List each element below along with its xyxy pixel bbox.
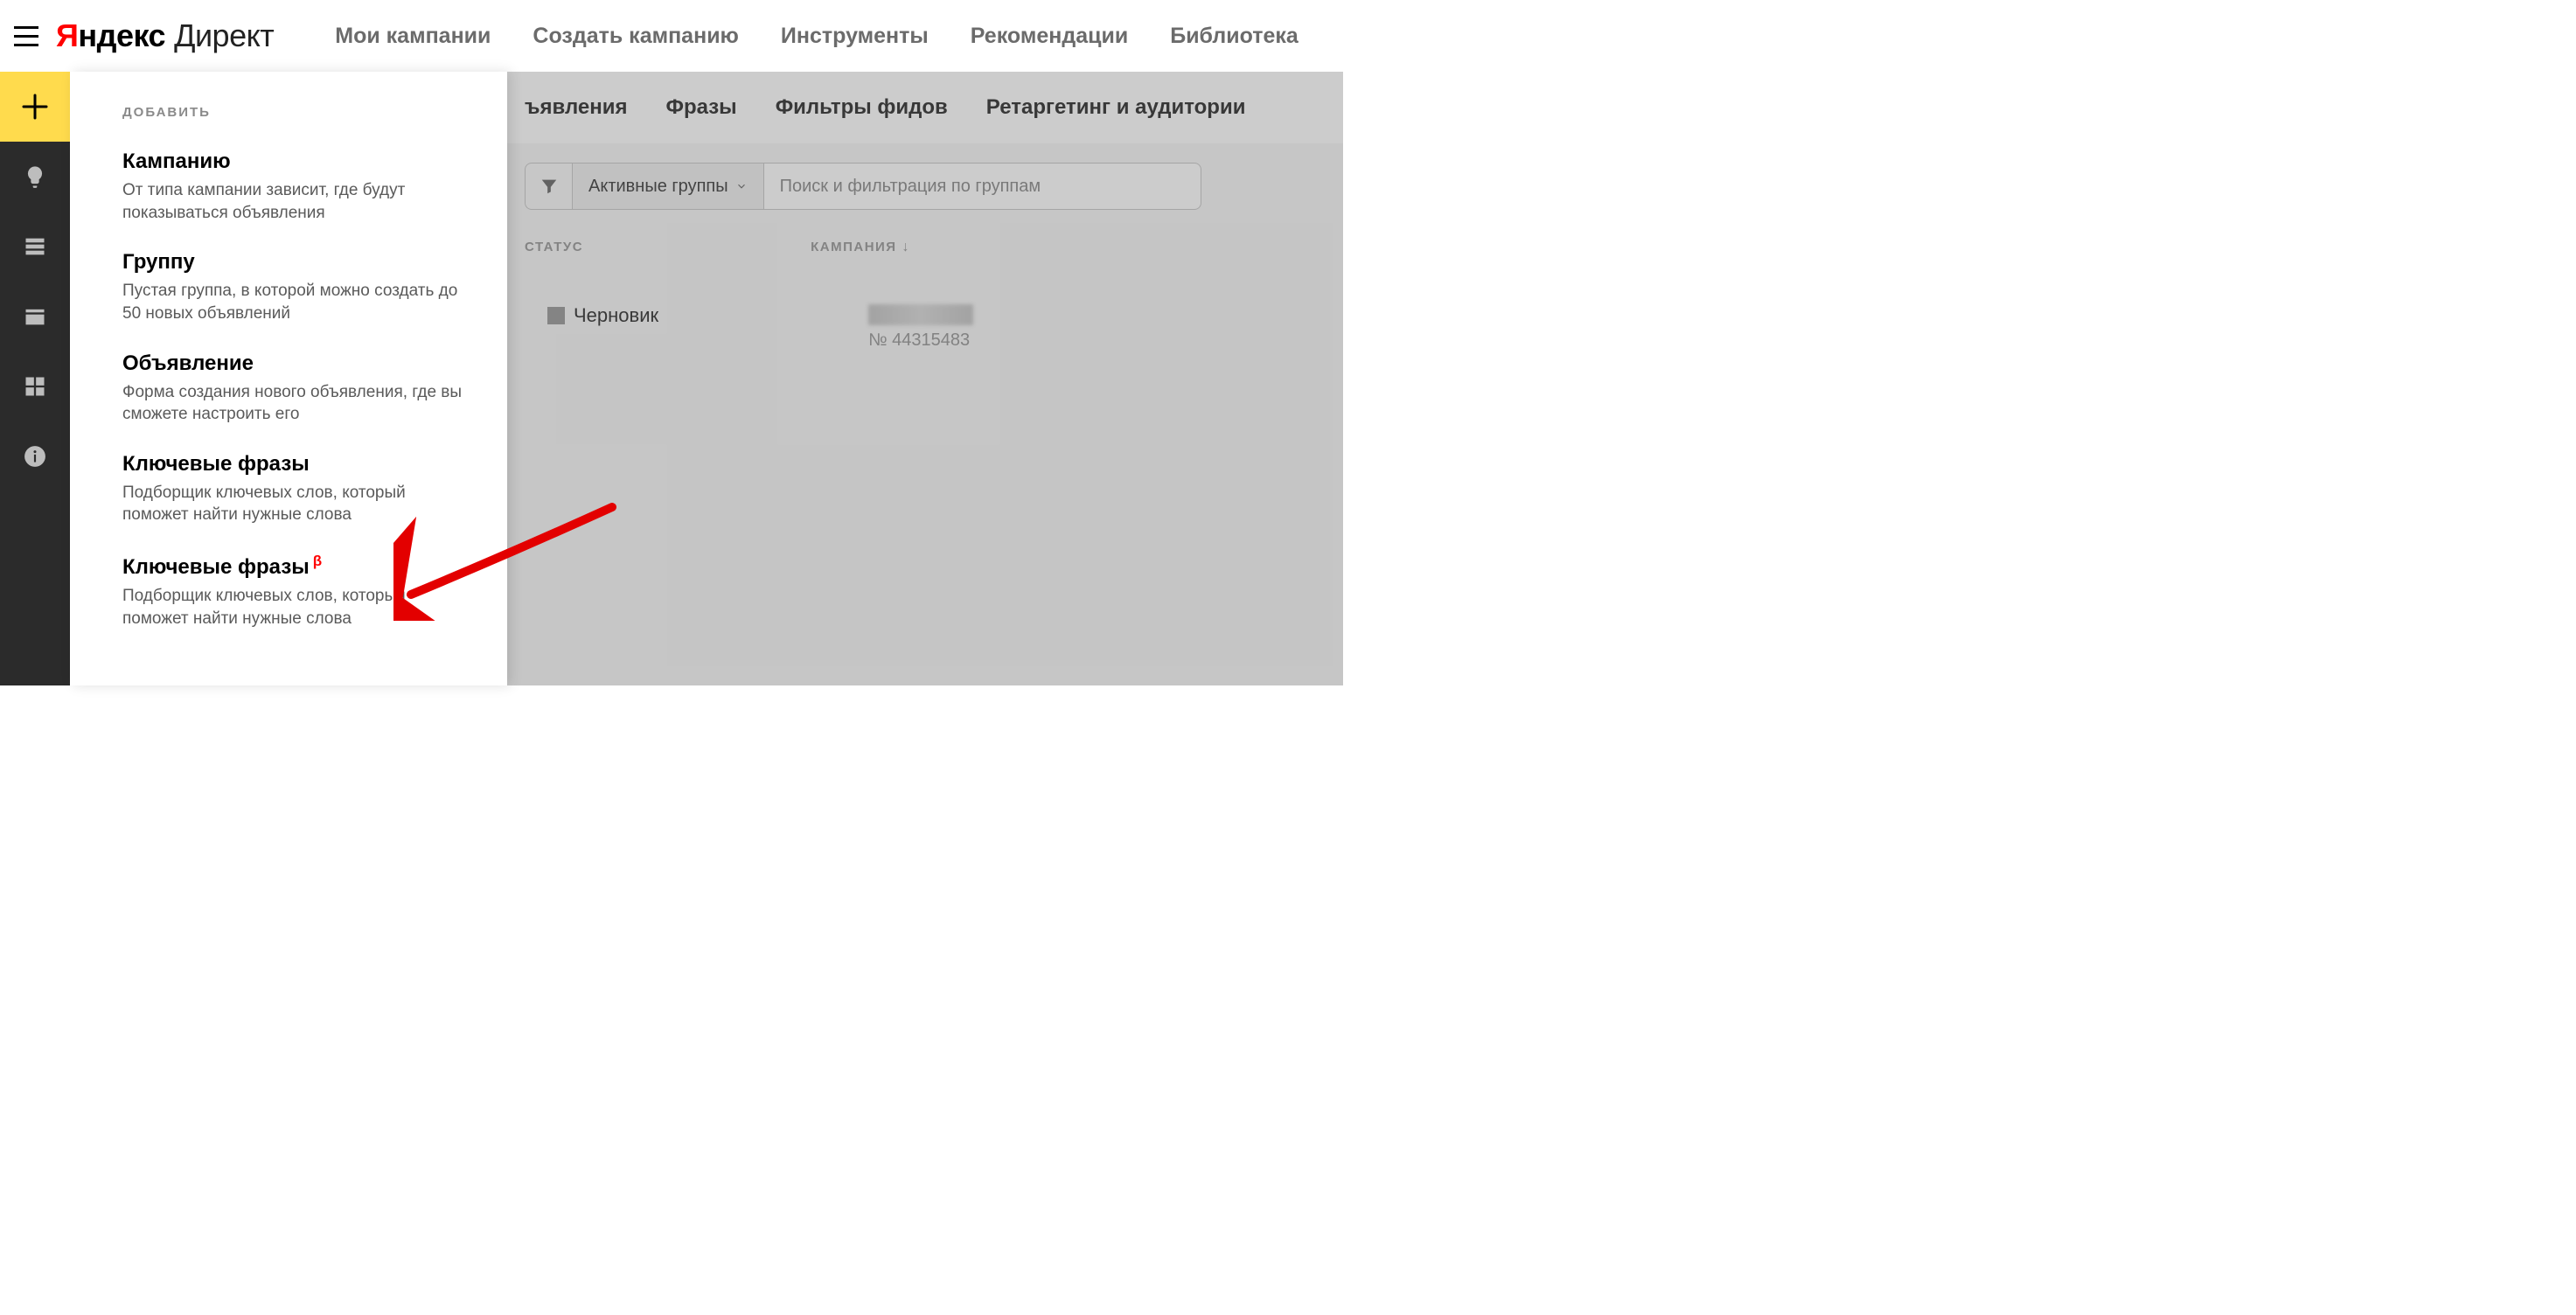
brand-logo[interactable]: Яндекс Директ — [56, 17, 274, 54]
sidebar-item-list[interactable] — [0, 212, 70, 282]
funnel-icon — [540, 177, 559, 196]
flyout-item-title: Ключевые фразы — [122, 452, 472, 477]
filter-search-input[interactable]: Поиск и фильтрация по группам — [764, 163, 1201, 210]
nav-create-campaign[interactable]: Создать кампанию — [533, 24, 739, 49]
campaign-cell: № 44315483 — [868, 304, 973, 351]
nav-my-campaigns[interactable]: Мои кампании — [335, 24, 491, 49]
beta-badge: β — [313, 553, 322, 569]
nav-library[interactable]: Библиотека — [1170, 24, 1298, 49]
tab-phrases[interactable]: Фразы — [665, 95, 736, 120]
status-cell: Черновик — [547, 304, 658, 327]
flyout-item-desc: Форма создания нового объявления, где вы… — [122, 381, 472, 426]
flyout-item-campaign[interactable]: Кампанию От типа кампании зависит, где б… — [122, 150, 472, 224]
sidebar-add-button[interactable] — [0, 72, 70, 142]
left-sidebar — [0, 72, 70, 685]
sidebar-item-stack[interactable] — [0, 282, 70, 351]
filter-funnel-button[interactable] — [525, 163, 572, 210]
tab-partial-ads[interactable]: ъявления — [525, 95, 627, 120]
flyout-item-desc: От типа кампании зависит, где будут пока… — [122, 179, 472, 224]
logo-prefix-rest: ндекс — [78, 17, 165, 54]
flyout-item-title: Группу — [122, 250, 472, 275]
top-nav: Мои кампании Создать кампанию Инструмент… — [335, 24, 1298, 49]
sidebar-item-grid[interactable] — [0, 351, 70, 421]
flyout-item-desc: Подборщик ключевых слов, который поможет… — [122, 482, 472, 526]
nav-recommendations[interactable]: Рекомендации — [971, 24, 1128, 49]
lightbulb-icon — [23, 164, 47, 189]
filter-search-placeholder: Поиск и фильтрация по группам — [780, 177, 1041, 197]
list-icon — [23, 234, 47, 259]
menu-icon[interactable] — [7, 17, 45, 55]
flyout-item-desc: Подборщик ключевых слов, который поможет… — [122, 585, 472, 630]
plus-icon — [22, 94, 48, 120]
flyout-heading: ДОБАВИТЬ — [122, 105, 472, 120]
filter-chip-label: Активные группы — [588, 177, 728, 197]
nav-tools[interactable]: Инструменты — [781, 24, 929, 49]
status-square-icon — [547, 307, 565, 324]
chevron-down-icon — [735, 180, 748, 192]
flyout-item-title: Кампанию — [122, 150, 472, 174]
filter-active-groups-chip[interactable]: Активные группы — [572, 163, 764, 210]
flyout-item-keywords[interactable]: Ключевые фразы Подборщик ключевых слов, … — [122, 452, 472, 526]
sidebar-item-info[interactable] — [0, 421, 70, 491]
flyout-item-title: Объявление — [122, 351, 472, 376]
tab-retargeting[interactable]: Ретаргетинг и аудитории — [986, 95, 1246, 120]
status-text: Черновик — [574, 304, 658, 327]
stack-icon — [23, 304, 47, 329]
sidebar-item-ideas[interactable] — [0, 142, 70, 212]
tab-feed-filters[interactable]: Фильтры фидов — [776, 95, 948, 120]
campaign-number: № 44315483 — [868, 330, 973, 351]
add-flyout-panel: ДОБАВИТЬ Кампанию От типа кампании завис… — [70, 72, 507, 685]
top-header: Яндекс Директ Мои кампании Создать кампа… — [0, 0, 1343, 72]
col-status[interactable]: СТАТУС — [525, 240, 583, 255]
flyout-item-ad[interactable]: Объявление Форма создания нового объявле… — [122, 351, 472, 426]
flyout-item-desc: Пустая группа, в которой можно создать д… — [122, 280, 472, 324]
info-icon — [24, 445, 46, 468]
col-campaign[interactable]: КАМПАНИЯ — [811, 240, 910, 255]
logo-prefix-first: Я — [56, 17, 78, 54]
grid-icon — [23, 374, 47, 399]
filter-bar: Активные группы Поиск и фильтрация по гр… — [525, 163, 1343, 210]
flyout-item-title: Ключевые фразыβ — [122, 553, 472, 580]
table-row[interactable]: Черновик № 44315483 — [547, 304, 1343, 351]
flyout-item-group[interactable]: Группу Пустая группа, в которой можно со… — [122, 250, 472, 324]
campaign-name-blurred — [868, 304, 973, 325]
logo-suffix: Директ — [174, 17, 274, 54]
flyout-item-keywords-beta[interactable]: Ключевые фразыβ Подборщик ключевых слов,… — [122, 553, 472, 630]
table-header: СТАТУС КАМПАНИЯ — [525, 240, 1343, 255]
